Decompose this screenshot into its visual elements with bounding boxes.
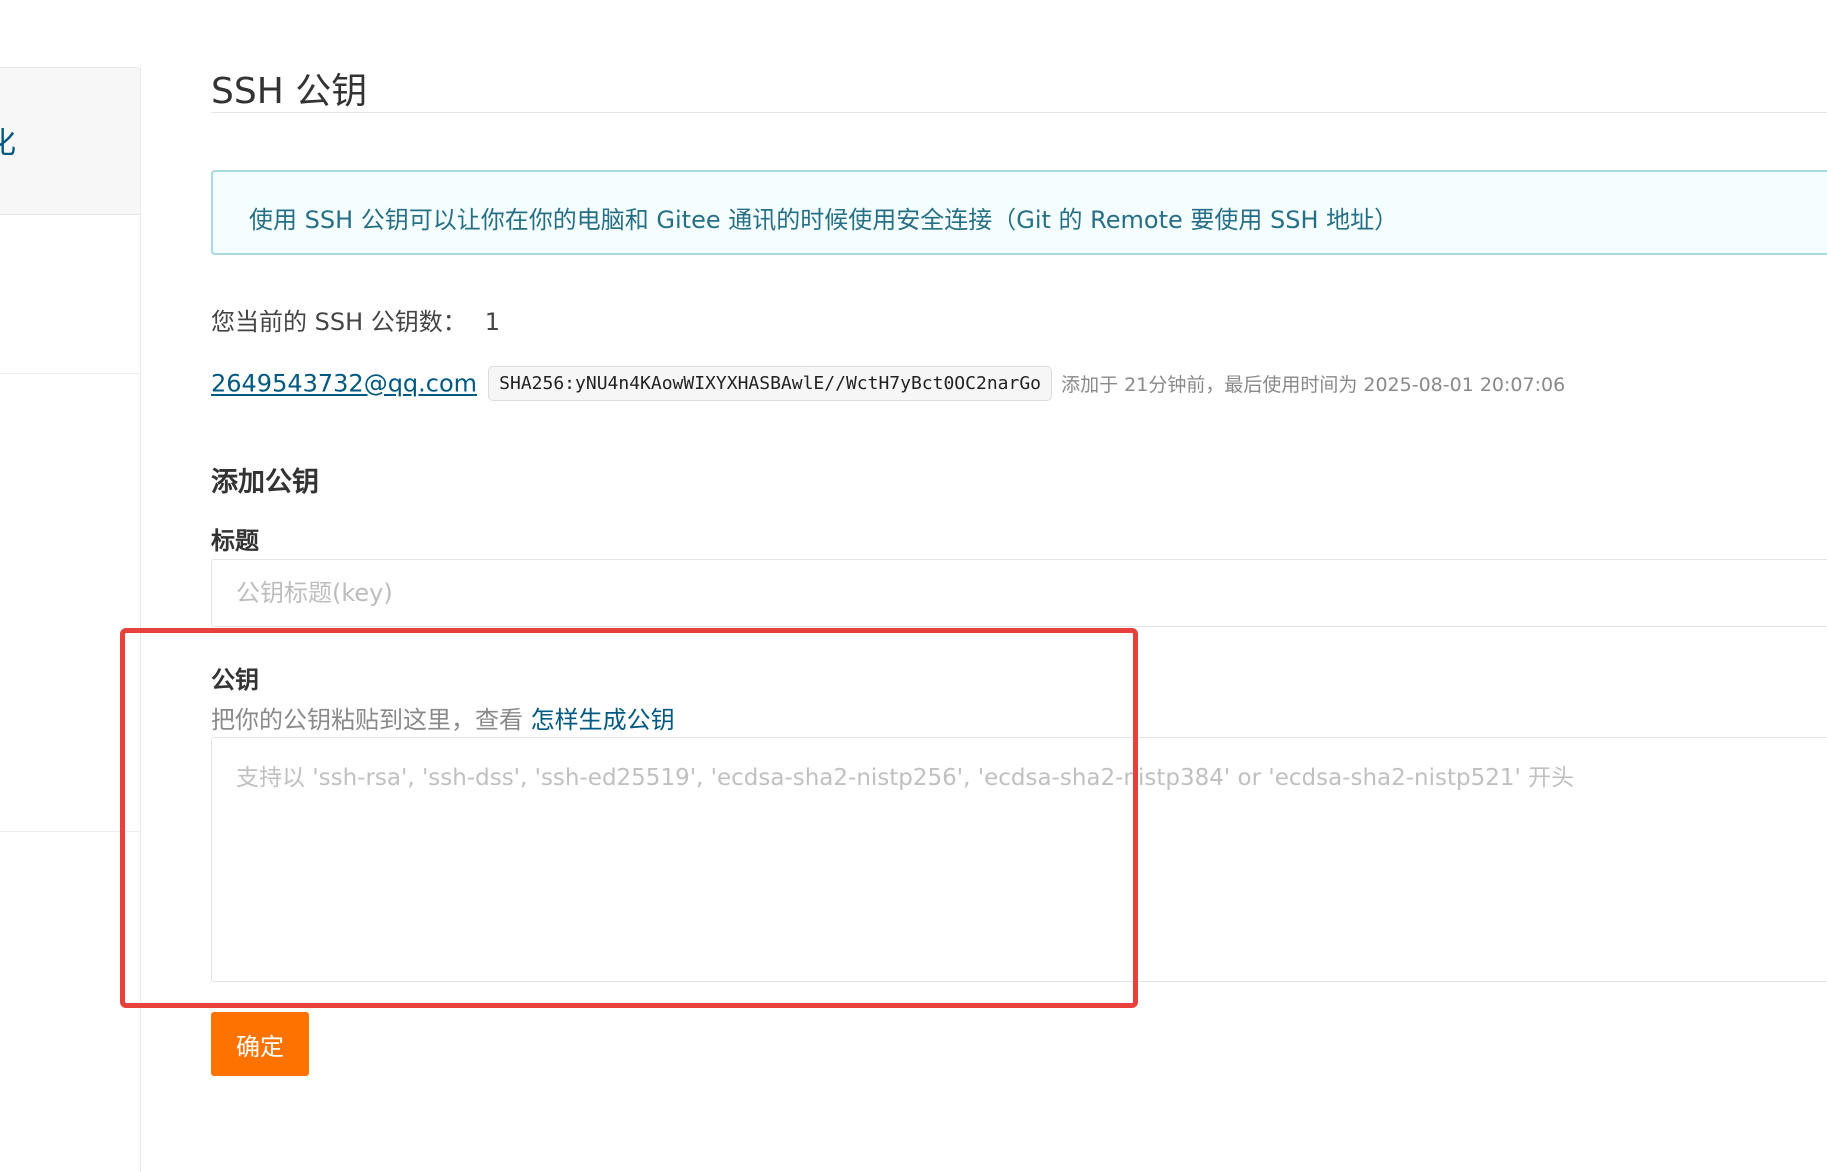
key-title-input[interactable] [211, 559, 1827, 627]
pubkey-hint: 把你的公钥粘贴到这里，查看 怎样生成公钥 [211, 700, 675, 735]
key-fingerprint: SHA256:yNU4n4KAowWIXYXHASBAwlE//WctH7yBc… [488, 366, 1053, 401]
info-notice: 使用 SSH 公钥可以让你在你的电脑和 Gitee 通讯的时候使用安全连接（Gi… [211, 170, 1827, 255]
pubkey-hint-text: 把你的公钥粘贴到这里，查看 [211, 706, 531, 734]
pubkey-label: 公钥 [211, 666, 259, 694]
sidebar-divider [0, 373, 140, 374]
key-list-item: 2649543732@qq.com SHA256:yNU4n4KAowWIXYX… [211, 366, 1565, 402]
key-count-value: 1 [484, 308, 501, 336]
info-notice-text: 使用 SSH 公钥可以让你在你的电脑和 Gitee 通讯的时候使用安全连接（Gi… [249, 206, 1399, 234]
key-title-link[interactable]: 2649543732@qq.com [211, 370, 477, 398]
sidebar-divider [0, 831, 140, 832]
key-count-label: 您当前的 SSH 公钥数： [211, 308, 467, 336]
title-divider [211, 112, 1827, 113]
how-to-generate-link[interactable]: 怎样生成公钥 [531, 706, 675, 734]
key-meta: 添加于 21分钟前，最后使用时间为 2025-08-01 20:07:06 [1061, 374, 1566, 396]
sidebar-active-item[interactable]: 化 [0, 67, 140, 215]
page-title: SSH 公钥 [211, 71, 368, 112]
add-key-heading: 添加公钥 [211, 467, 319, 498]
sidebar-item-label: 化 [0, 118, 16, 162]
sidebar: 化 [0, 67, 141, 1172]
pubkey-textarea[interactable] [211, 737, 1827, 982]
title-label: 标题 [211, 527, 259, 555]
submit-button[interactable]: 确定 [211, 1012, 309, 1076]
key-count: 您当前的 SSH 公钥数： 1 [211, 302, 500, 337]
